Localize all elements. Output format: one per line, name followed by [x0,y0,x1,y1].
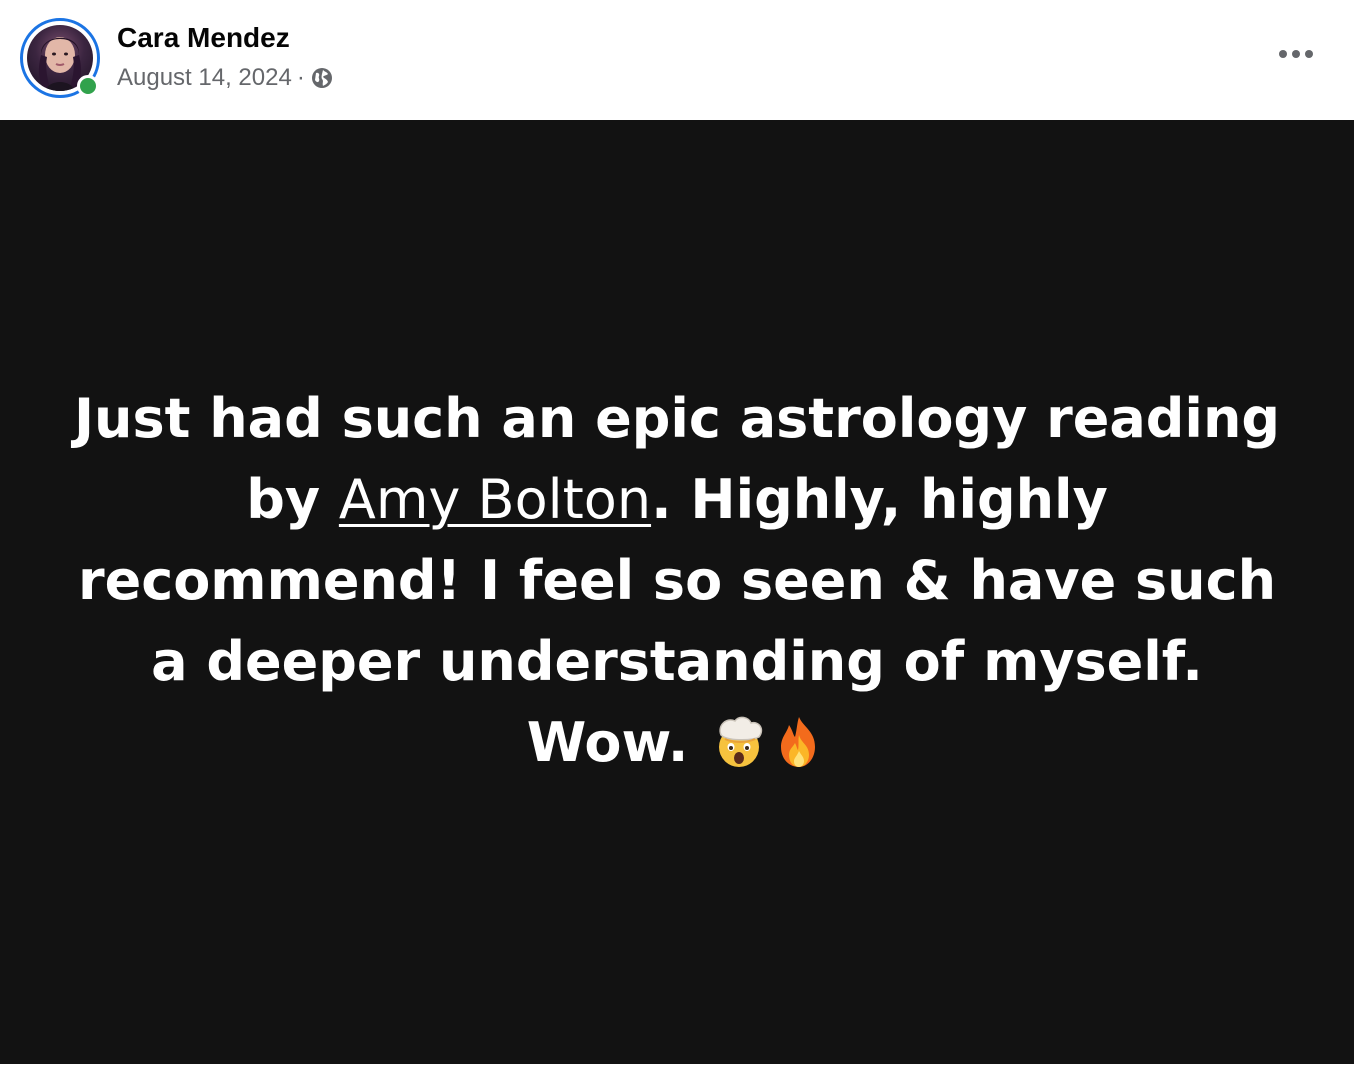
meta-separator: · [296,64,305,91]
post-meta: August 14, 2024 · [117,62,334,94]
online-status-dot [77,75,99,97]
post-header: Cara Mendez August 14, 2024 · [0,0,1354,120]
mention-link[interactable]: Amy Bolton [339,468,651,531]
more-options-icon [1279,50,1287,58]
more-options-dot [1305,50,1313,58]
post-text: Just had such an epic astrology reading … [62,378,1292,783]
text-post-background: Just had such an epic astrology reading … [0,120,1354,1064]
post-date[interactable]: August 14, 2024 [117,64,292,92]
more-options-button[interactable] [1272,36,1320,72]
fire-emoji [771,710,827,767]
author-name[interactable]: Cara Mendez [117,20,290,56]
exploding-head-emoji [711,710,767,767]
globe-icon[interactable] [310,66,334,90]
author-avatar[interactable] [20,18,100,98]
more-options-dot [1292,50,1300,58]
